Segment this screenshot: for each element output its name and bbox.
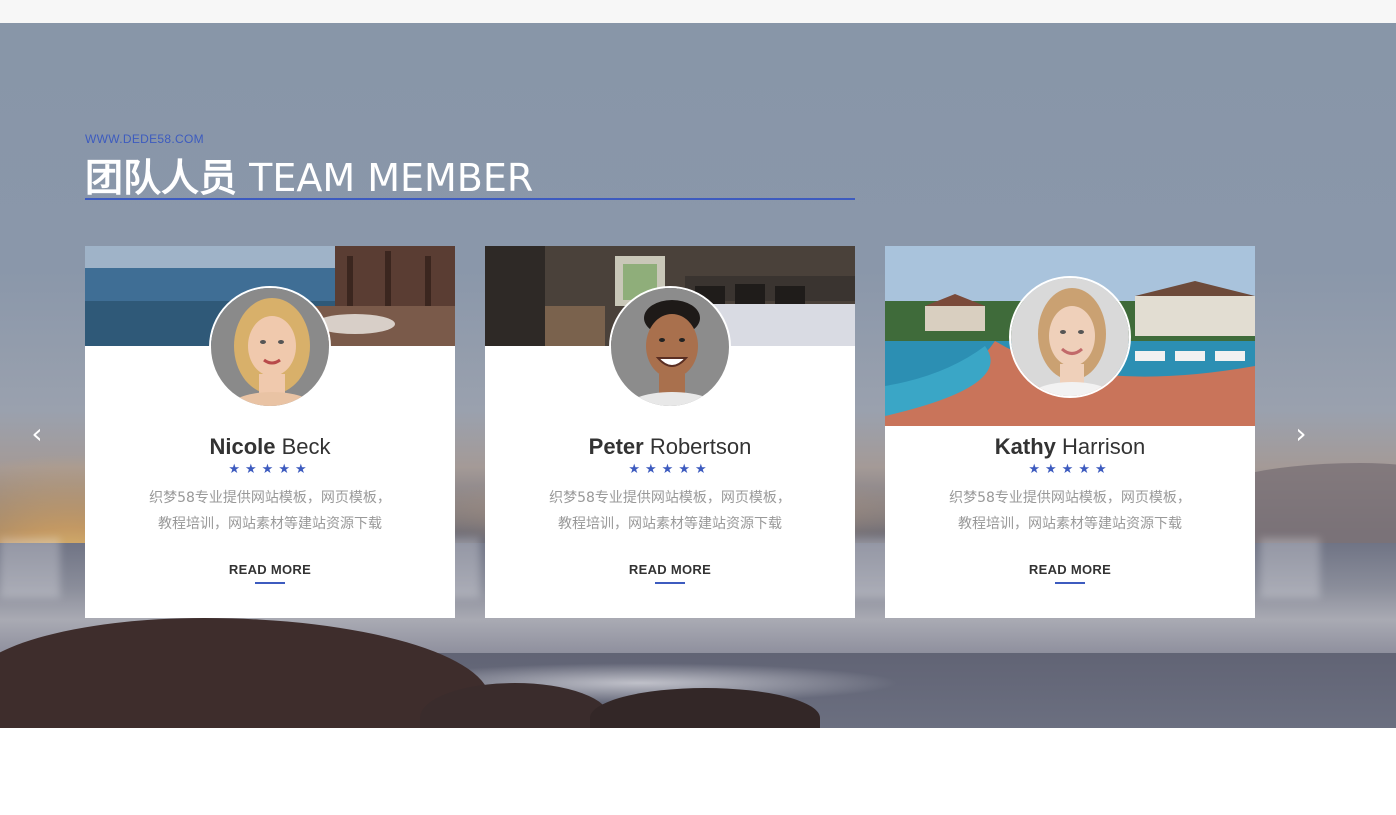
member-description: 织梦58专业提供网站模板，网页模板， 教程培训，网站素材等建站资源下载 <box>925 485 1215 537</box>
star-rating: ★★★★★ <box>228 462 312 477</box>
member-last-name: Harrison <box>1062 434 1146 459</box>
description-line: 教程培训，网站素材等建站资源下载 <box>158 516 382 532</box>
member-last-name: Beck <box>281 434 331 459</box>
read-more-link[interactable]: READ MORE <box>885 562 1255 577</box>
member-name: Kathy Harrison <box>885 434 1255 460</box>
description-line: 教程培训，网站素材等建站资源下载 <box>558 516 782 532</box>
avatar <box>609 286 731 408</box>
star-rating: ★★★★★ <box>1028 462 1112 477</box>
team-card: Kathy Harrison ★★★★★ 织梦58专业提供网站模板，网页模板， … <box>885 246 1255 618</box>
member-last-name: Robertson <box>649 434 752 459</box>
member-name: Nicole Beck <box>85 434 455 460</box>
read-more-link[interactable]: READ MORE <box>85 562 455 577</box>
section-title-en: TEAM MEMBER <box>249 156 534 200</box>
member-first-name: Peter <box>588 434 644 459</box>
member-first-name: Kathy <box>994 434 1056 459</box>
chevron-left-icon[interactable]: ‹ <box>22 419 52 449</box>
section-subtitle: WWW.DEDE58.COM <box>85 132 204 146</box>
read-more-link[interactable]: READ MORE <box>485 562 855 577</box>
read-more-underline <box>255 582 285 584</box>
read-more-underline <box>1055 582 1085 584</box>
team-card: Peter Robertson ★★★★★ 织梦58专业提供网站模板，网页模板，… <box>485 246 855 618</box>
team-card: Nicole Beck ★★★★★ 织梦58专业提供网站模板，网页模板， 教程培… <box>85 246 455 618</box>
description-line: 织梦58专业提供网站模板，网页模板， <box>549 490 791 506</box>
section-title-cn: 团队人员 <box>85 156 238 200</box>
star-rating: ★★★★★ <box>628 462 712 477</box>
description-line: 教程培训，网站素材等建站资源下载 <box>958 516 1182 532</box>
section-title: 团队人员 TEAM MEMBER <box>85 147 533 202</box>
member-name: Peter Robertson <box>485 434 855 460</box>
title-underline <box>85 198 855 200</box>
chevron-right-icon[interactable]: › <box>1286 419 1316 449</box>
member-first-name: Nicole <box>209 434 276 459</box>
avatar <box>1009 276 1131 398</box>
top-bar <box>0 0 1396 23</box>
read-more-underline <box>655 582 685 584</box>
member-description: 织梦58专业提供网站模板，网页模板， 教程培训，网站素材等建站资源下载 <box>125 485 415 537</box>
team-section: WWW.DEDE58.COM 团队人员 TEAM MEMBER ‹ › Nico… <box>0 23 1396 728</box>
avatar <box>209 286 331 408</box>
member-description: 织梦58专业提供网站模板，网页模板， 教程培训，网站素材等建站资源下载 <box>525 485 815 537</box>
description-line: 织梦58专业提供网站模板，网页模板， <box>149 490 391 506</box>
description-line: 织梦58专业提供网站模板，网页模板， <box>949 490 1191 506</box>
